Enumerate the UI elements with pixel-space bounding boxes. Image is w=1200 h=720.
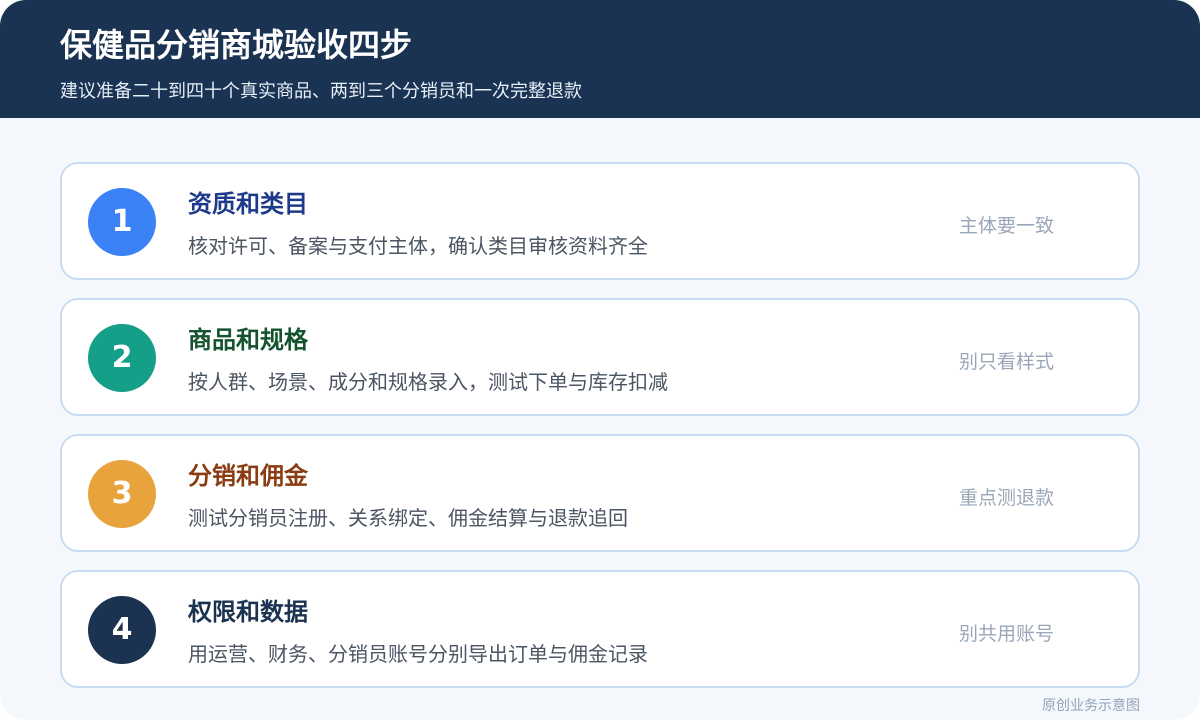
step-number-badge: 2 [88,324,156,392]
step-title: 权限和数据 [188,598,308,626]
step-number-badge: 4 [88,596,156,664]
step-note: 别只看样式 [958,351,1054,373]
footer-note: 原创业务示意图 [1042,698,1140,714]
step-title: 资质和类目 [188,190,308,218]
step-description: 核对许可、备案与支付主体，确认类目审核资料齐全 [188,234,648,258]
page-title: 保健品分销商城验收四步 [60,26,413,64]
step-card-1: 1 资质和类目 核对许可、备案与支付主体，确认类目审核资料齐全 主体要一致 [60,162,1140,280]
page-subtitle: 建议准备二十到四十个真实商品、两到三个分销员和一次完整退款 [60,81,582,102]
step-note: 主体要一致 [958,215,1054,237]
step-description: 测试分销员注册、关系绑定、佣金结算与退款追回 [188,506,628,530]
step-description: 用运营、财务、分销员账号分别导出订单与佣金记录 [188,642,648,666]
step-number-badge: 1 [88,188,156,256]
step-number-badge: 3 [88,460,156,528]
step-title: 商品和规格 [188,326,308,354]
step-card-2: 2 商品和规格 按人群、场景、成分和规格录入，测试下单与库存扣减 别只看样式 [60,298,1140,416]
page-frame: 保健品分销商城验收四步 建议准备二十到四十个真实商品、两到三个分销员和一次完整退… [0,0,1200,720]
header: 保健品分销商城验收四步 建议准备二十到四十个真实商品、两到三个分销员和一次完整退… [0,0,1200,118]
step-note: 重点测退款 [958,487,1054,509]
step-title: 分销和佣金 [188,462,308,490]
step-description: 按人群、场景、成分和规格录入，测试下单与库存扣减 [188,370,668,394]
step-note: 别共用账号 [958,623,1054,645]
step-card-4: 4 权限和数据 用运营、财务、分销员账号分别导出订单与佣金记录 别共用账号 [60,570,1140,688]
step-card-3: 3 分销和佣金 测试分销员注册、关系绑定、佣金结算与退款追回 重点测退款 [60,434,1140,552]
